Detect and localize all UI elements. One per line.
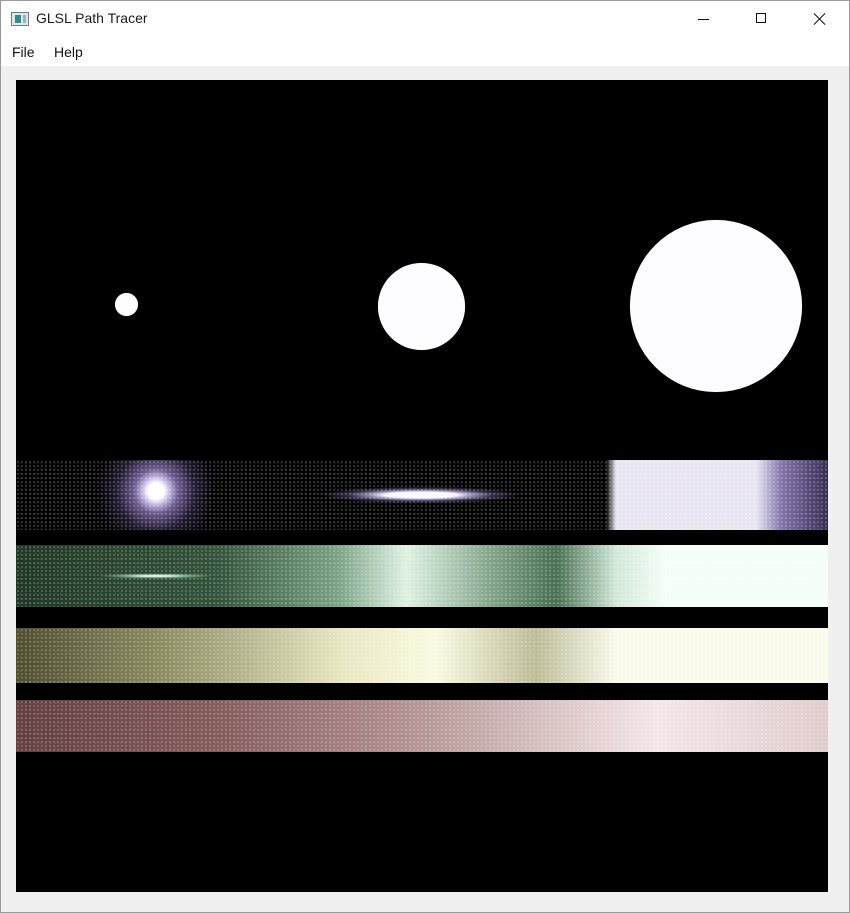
minimize-button[interactable]	[675, 1, 733, 38]
title-bar[interactable]: GLSL Path Tracer	[1, 1, 849, 38]
maximize-button[interactable]	[733, 1, 791, 38]
close-button[interactable]	[791, 1, 849, 38]
menu-file[interactable]: File	[12, 44, 35, 60]
green-noise	[16, 545, 828, 607]
menu-bar: File Help	[1, 38, 849, 66]
yellow-noise	[16, 628, 828, 683]
large-sphere	[630, 220, 802, 392]
render-viewport[interactable]	[16, 80, 828, 892]
minimize-icon	[698, 19, 709, 20]
app-icon	[11, 12, 29, 26]
window-title: GLSL Path Tracer	[36, 10, 148, 26]
red-noise	[16, 700, 828, 752]
status-bar	[1, 901, 849, 912]
close-icon	[813, 12, 827, 26]
purple-noise	[16, 460, 828, 530]
small-sphere	[115, 293, 138, 316]
maximize-icon	[756, 13, 766, 23]
application-window: GLSL Path Tracer File Help	[0, 0, 850, 913]
medium-sphere	[378, 263, 465, 350]
menu-help[interactable]: Help	[54, 44, 83, 60]
